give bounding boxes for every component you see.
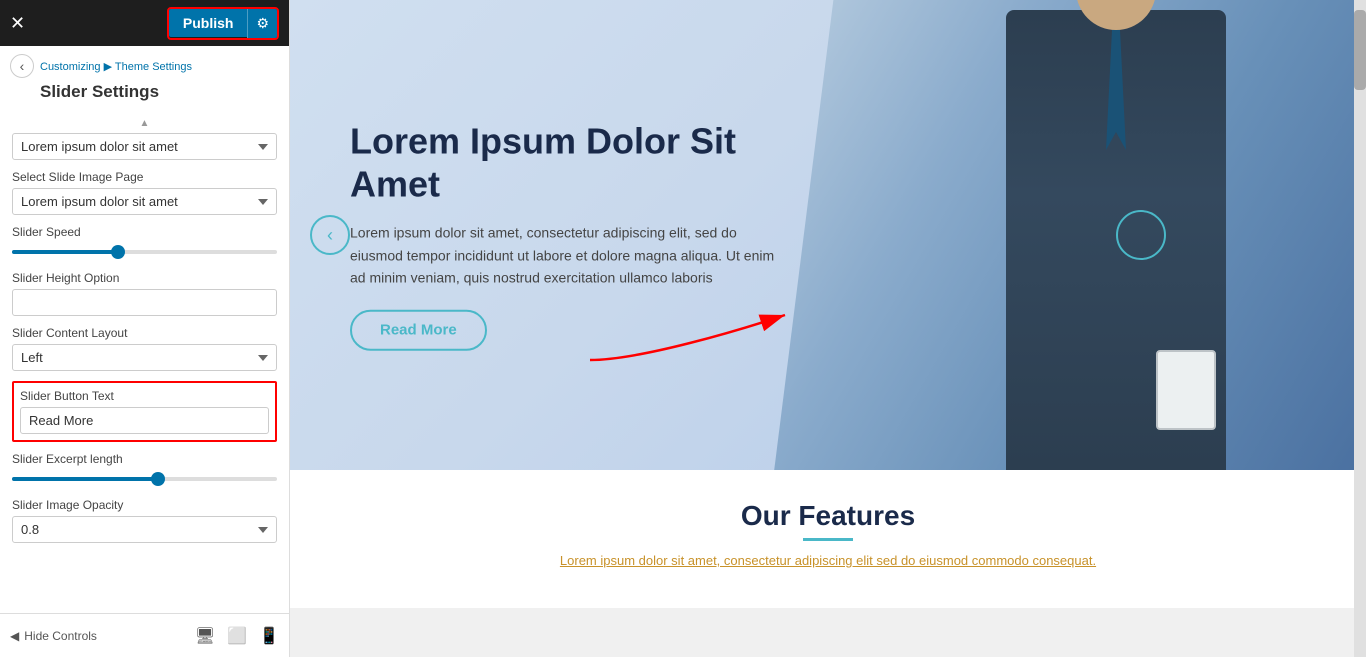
slider-speed-label: Slider Speed [12,225,277,239]
hero-section: ‹ Lorem Ipsum Dolor Sit Amet Lorem ipsum… [290,0,1366,470]
publish-button-group: Publish ⚙ [167,7,279,40]
hero-content: Lorem Ipsum Dolor Sit Amet Lorem ipsum d… [350,120,790,351]
desktop-icon[interactable]: 🖥 [195,626,215,646]
person-head [1076,0,1156,30]
slider-excerpt-fill [12,477,158,481]
back-button[interactable]: ‹ [10,54,34,78]
section-title: Slider Settings [0,78,289,110]
publish-button[interactable]: Publish [169,9,248,37]
dropdown1-row: Lorem ipsum dolor sit amet [12,133,277,160]
customizing-link[interactable]: Customizing [40,61,101,73]
features-subtitle-link[interactable]: Lorem ipsum dolor sit amet, consectetur … [560,553,1096,568]
select-slide-image-select[interactable]: Lorem ipsum dolor sit amet [12,188,277,215]
hero-read-more-button[interactable]: Read More [350,309,487,350]
slider-button-text-section: Slider Button Text [12,381,277,442]
hide-controls-label: Hide Controls [24,629,97,643]
slider-height-row: Slider Height Option [12,271,277,316]
bottom-bar: ◀ Hide Controls 🖥 ⬜ 📱 [0,613,289,657]
right-scrollbar-thumb[interactable] [1354,10,1366,90]
person-tie [1106,30,1126,150]
slider-speed-thumb[interactable] [111,245,125,259]
dropdown1-select[interactable]: Lorem ipsum dolor sit amet [12,133,277,160]
scroll-up-indicator: ▲ [12,118,277,129]
slider-excerpt-range[interactable] [12,470,277,488]
select-slide-image-row: Select Slide Image Page Lorem ipsum dolo… [12,170,277,215]
slider-content-layout-label: Slider Content Layout [12,326,277,340]
breadcrumb-area: ‹ Customizing ▶ Theme Settings [0,46,289,78]
slider-speed-fill [12,250,118,254]
right-scrollbar[interactable] [1354,0,1366,657]
features-section: Our Features Lorem ipsum dolor sit amet,… [290,470,1366,608]
slider-button-text-label: Slider Button Text [20,389,269,403]
slider-button-text-input[interactable] [20,407,269,434]
hero-circle-decoration [1116,210,1166,260]
slider-image-opacity-select[interactable]: 0.8 [12,516,277,543]
right-panel: ‹ Lorem Ipsum Dolor Sit Amet Lorem ipsum… [290,0,1366,657]
breadcrumb: Customizing ▶ Theme Settings [40,60,192,73]
hide-controls-button[interactable]: ◀ Hide Controls [10,629,97,643]
form-area: ▲ Lorem ipsum dolor sit amet Select Slid… [0,110,289,613]
slider-image-opacity-label: Slider Image Opacity [12,498,277,512]
features-subtitle: Lorem ipsum dolor sit amet, consectetur … [310,553,1346,568]
top-bar: ✕ Publish ⚙ [0,0,289,46]
tablet-icon[interactable]: ⬜ [227,626,247,646]
slider-excerpt-thumb[interactable] [151,472,165,486]
person-tablet [1156,350,1216,430]
features-title: Our Features [310,500,1346,532]
slider-speed-track [12,250,277,254]
slider-height-input[interactable] [12,289,277,316]
slider-speed-range[interactable] [12,243,277,261]
theme-settings-link[interactable]: Theme Settings [115,61,192,73]
slider-height-label: Slider Height Option [12,271,277,285]
select-slide-image-label: Select Slide Image Page [12,170,277,184]
publish-gear-button[interactable]: ⚙ [247,9,277,38]
hero-title: Lorem Ipsum Dolor Sit Amet [350,120,790,206]
slider-content-layout-row: Slider Content Layout Left Right Center [12,326,277,371]
slider-speed-row: Slider Speed [12,225,277,261]
hero-nav-left-button[interactable]: ‹ [310,215,350,255]
slider-content-layout-select[interactable]: Left Right Center [12,344,277,371]
slider-excerpt-track [12,477,277,481]
left-panel: ✕ Publish ⚙ ‹ Customizing ▶ Theme Settin… [0,0,290,657]
breadcrumb-separator: ▶ [104,61,115,73]
features-underline [803,538,853,541]
slider-excerpt-label: Slider Excerpt length [12,452,277,466]
slider-image-opacity-row: Slider Image Opacity 0.8 [12,498,277,543]
hero-description: Lorem ipsum dolor sit amet, consectetur … [350,222,790,289]
slider-excerpt-row: Slider Excerpt length [12,452,277,488]
mobile-icon[interactable]: 📱 [259,626,279,646]
device-icons-group: 🖥 ⬜ 📱 [195,626,279,646]
close-button[interactable]: ✕ [10,13,25,34]
hide-controls-icon: ◀ [10,629,19,643]
